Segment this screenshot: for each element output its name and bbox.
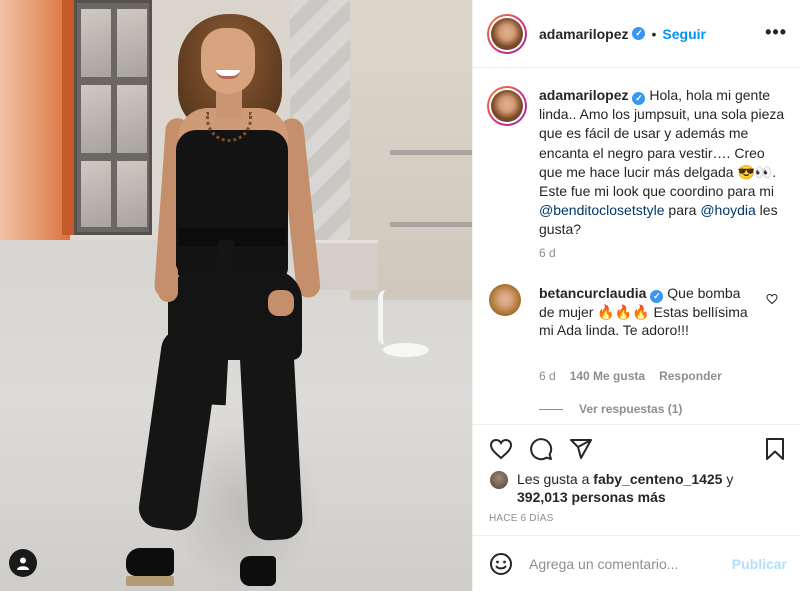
comment-meta: 6 d 140 Me gusta Responder bbox=[539, 369, 736, 383]
liker-username[interactable]: faby_centeno_1425 bbox=[593, 471, 722, 487]
view-replies-button[interactable]: Ver respuestas (1) bbox=[539, 402, 682, 416]
caption-text: adamarilopez ✓ Hola, hola mi gente linda.… bbox=[539, 86, 787, 240]
verified-badge-icon: ✓ bbox=[650, 289, 664, 303]
post-photo[interactable] bbox=[0, 0, 472, 591]
more-options-icon[interactable]: ••• bbox=[765, 22, 787, 43]
likes-text: Les gusta a faby_centeno_1425 y 392,013 p… bbox=[517, 470, 733, 506]
follow-button[interactable]: Seguir bbox=[662, 26, 706, 42]
comment-likes[interactable]: 140 Me gusta bbox=[570, 369, 645, 383]
likes-conj: y bbox=[722, 471, 734, 487]
mention-link[interactable]: @benditoclosetstyle bbox=[539, 202, 665, 218]
post-sidebar: adamarilopez ✓ • Seguir ••• adamarilopez… bbox=[472, 0, 800, 591]
caption-avatar[interactable] bbox=[487, 86, 527, 126]
separator-dot: • bbox=[651, 25, 657, 42]
bookmark-icon[interactable] bbox=[763, 437, 787, 466]
comment-icon[interactable] bbox=[529, 437, 553, 461]
caption: adamarilopez ✓ Hola, hola mi gente linda.… bbox=[487, 86, 787, 240]
comment-input[interactable] bbox=[529, 555, 729, 572]
post-timestamp[interactable]: HACE 6 DÍAS bbox=[489, 513, 553, 524]
likes-count[interactable]: 392,013 personas más bbox=[517, 489, 666, 505]
comment-time[interactable]: 6 d bbox=[539, 369, 556, 383]
woman-in-black-jumpsuit bbox=[0, 0, 472, 591]
commenter-avatar[interactable] bbox=[489, 284, 521, 316]
heart-icon[interactable] bbox=[489, 437, 513, 461]
share-icon[interactable] bbox=[569, 437, 593, 461]
caption-username[interactable]: adamarilopez bbox=[539, 87, 628, 103]
author-avatar[interactable] bbox=[487, 13, 527, 54]
liker-avatar[interactable] bbox=[489, 470, 509, 490]
likes-summary: Les gusta a faby_centeno_1425 y 392,013 p… bbox=[489, 470, 789, 506]
verified-badge-icon: ✓ bbox=[632, 92, 646, 106]
comment-form: Publicar bbox=[473, 535, 800, 591]
commenter-username[interactable]: betancurclaudia bbox=[539, 285, 646, 301]
caption-body: Hola, hola mi gente linda.. Amo los jump… bbox=[539, 87, 785, 200]
view-replies-label: Ver respuestas (1) bbox=[579, 402, 683, 416]
emoji-icon[interactable] bbox=[489, 552, 513, 576]
publish-button[interactable]: Publicar bbox=[732, 556, 787, 572]
author-username[interactable]: adamarilopez bbox=[539, 26, 628, 42]
comment-text: betancurclaudia ✓ Que bomba de mujer 🔥🔥🔥 … bbox=[539, 284, 751, 340]
reply-button[interactable]: Responder bbox=[659, 369, 722, 383]
user-tag-icon[interactable] bbox=[9, 549, 37, 577]
comment: betancurclaudia ✓ Que bomba de mujer 🔥🔥🔥 … bbox=[489, 284, 789, 340]
caption-time[interactable]: 6 d bbox=[539, 246, 556, 260]
verified-badge-icon: ✓ bbox=[632, 27, 646, 40]
comment-like-icon[interactable] bbox=[766, 292, 778, 310]
post-header: adamarilopez ✓ • Seguir ••• bbox=[473, 0, 800, 68]
replies-divider bbox=[539, 408, 563, 410]
likes-prefix: Les gusta a bbox=[517, 471, 594, 487]
caption-body: para bbox=[664, 202, 701, 219]
action-bar bbox=[473, 424, 800, 472]
mention-link[interactable]: @hoydia bbox=[700, 202, 755, 218]
